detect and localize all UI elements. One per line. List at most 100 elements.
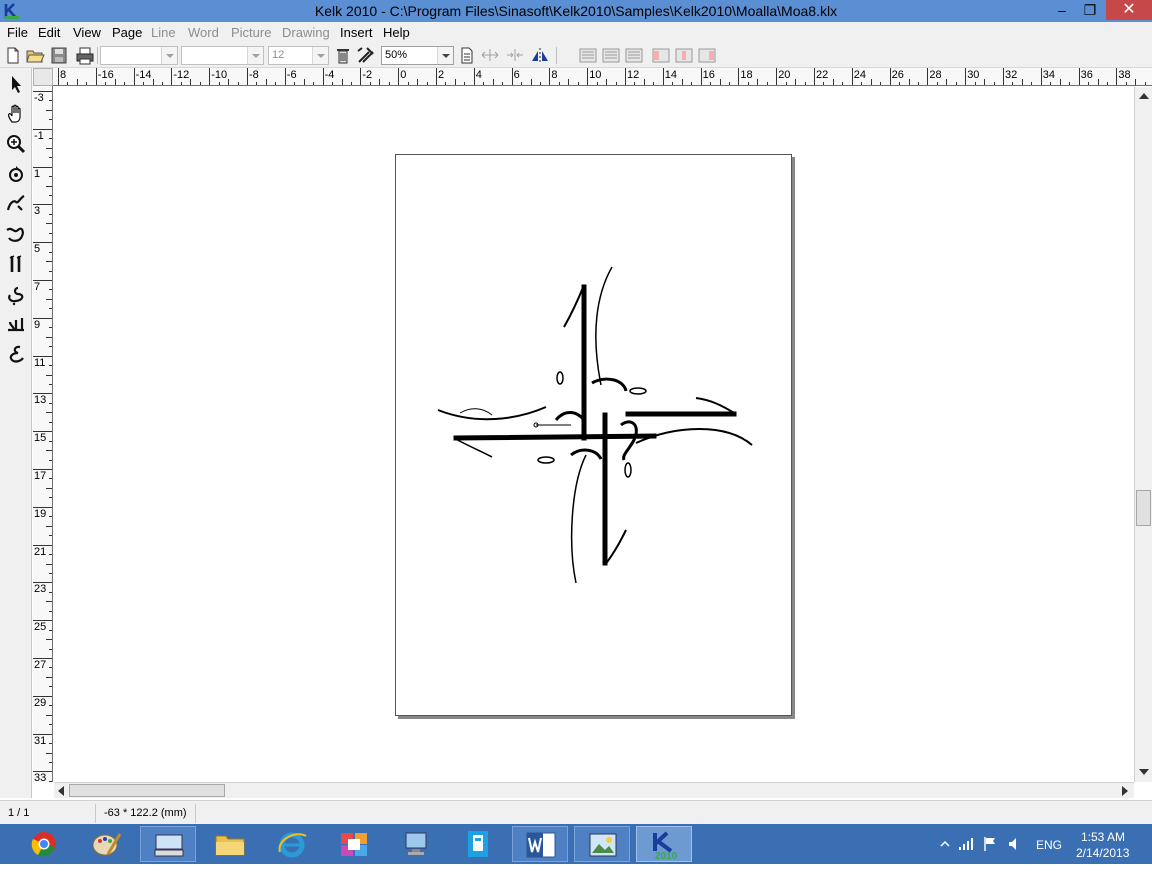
scroll-down-icon[interactable] xyxy=(1139,769,1149,775)
clock-date[interactable]: 2/14/2013 xyxy=(1076,846,1129,860)
stretch-horizontal-icon[interactable] xyxy=(480,46,500,65)
shrink-horizontal-icon[interactable] xyxy=(505,46,525,65)
restore-button[interactable]: ❐ xyxy=(1076,0,1104,20)
ruler-label: -2 xyxy=(362,69,373,81)
input-language[interactable]: ENG xyxy=(1036,838,1062,852)
chevron-down-icon[interactable] xyxy=(161,47,177,64)
menu-word[interactable]: Word xyxy=(188,25,219,40)
ruler-tick xyxy=(33,544,52,546)
align-right-icon[interactable] xyxy=(624,46,644,65)
justify-right-icon[interactable] xyxy=(697,46,717,65)
menu-help[interactable]: Help xyxy=(383,25,410,40)
show-hidden-icons-icon[interactable] xyxy=(937,836,953,852)
mirror-icon[interactable] xyxy=(530,46,550,65)
document-page[interactable] xyxy=(395,154,792,716)
font-style-select[interactable] xyxy=(181,46,264,65)
alef-letters-icon[interactable] xyxy=(4,252,28,276)
menu-view[interactable]: View xyxy=(73,25,101,40)
ruler-tick xyxy=(256,82,258,85)
ain-letter-icon[interactable] xyxy=(4,342,28,366)
network-signal-icon[interactable] xyxy=(958,836,974,852)
document-canvas[interactable] xyxy=(54,87,1134,782)
ruler-tick xyxy=(33,393,52,395)
menu-line[interactable]: Line xyxy=(151,25,176,40)
ruler-tick xyxy=(757,79,759,85)
menu-insert[interactable]: Insert xyxy=(340,25,373,40)
taskbar-network-app[interactable] xyxy=(388,826,444,862)
scroll-left-icon[interactable] xyxy=(58,786,64,796)
ruler-tick xyxy=(49,119,52,121)
ruler-label: 34 xyxy=(1042,69,1056,81)
taskbar-internet-explorer[interactable] xyxy=(264,826,320,862)
taskbar-chrome[interactable] xyxy=(16,826,72,862)
print-icon[interactable] xyxy=(75,46,95,65)
zoom-magnifier-icon[interactable] xyxy=(4,132,28,156)
chevron-down-icon[interactable] xyxy=(437,47,453,64)
word-tool-icon[interactable] xyxy=(4,312,28,336)
font-name-select[interactable] xyxy=(100,46,178,65)
ruler-tick xyxy=(228,79,230,85)
menu-file[interactable]: File xyxy=(7,25,28,40)
title-bar[interactable]: Kelk 2010 - C:\Program Files\Sinasoft\Ke… xyxy=(0,0,1152,22)
taskbar-kelk[interactable]: 2010 xyxy=(636,826,692,862)
chevron-down-icon[interactable] xyxy=(312,47,328,64)
action-center-flag-icon[interactable] xyxy=(982,836,998,852)
menu-bar: File Edit View Page Line Word Picture Dr… xyxy=(0,22,1152,43)
calligraphy-stroke-2-icon[interactable] xyxy=(4,222,28,246)
ruler-label: 23 xyxy=(34,583,47,596)
horizontal-scroll-thumb[interactable] xyxy=(69,784,225,797)
calligraphy-stroke-1-icon[interactable] xyxy=(4,192,28,216)
vertical-scrollbar[interactable] xyxy=(1134,87,1152,782)
zoom-select[interactable]: 50% xyxy=(381,46,454,65)
chevron-down-icon[interactable] xyxy=(247,47,263,64)
scroll-right-icon[interactable] xyxy=(1122,786,1128,796)
horizontal-scrollbar[interactable] xyxy=(54,782,1134,798)
scroll-up-icon[interactable] xyxy=(1139,93,1149,99)
justify-left-icon[interactable] xyxy=(651,46,671,65)
menu-page[interactable]: Page xyxy=(112,25,142,40)
align-left-icon[interactable] xyxy=(578,46,598,65)
taskbar-file-explorer[interactable] xyxy=(202,826,258,862)
clock-time[interactable]: 1:53 AM xyxy=(1081,830,1125,844)
vertical-scroll-thumb[interactable] xyxy=(1136,490,1151,526)
ye-letter-icon[interactable] xyxy=(4,282,28,306)
justify-center-icon[interactable] xyxy=(674,46,694,65)
ruler-tick xyxy=(49,440,52,442)
taskbar-keyboard-app[interactable] xyxy=(140,826,196,862)
taskbar-paint[interactable] xyxy=(78,826,134,862)
taskbar-image-viewer[interactable] xyxy=(574,826,630,862)
taskbar-word[interactable] xyxy=(512,826,568,862)
calligraphy-artwork[interactable] xyxy=(396,155,793,717)
tools-icon[interactable] xyxy=(356,46,376,65)
ruler-label: 32 xyxy=(1005,69,1018,81)
page-setup-icon[interactable] xyxy=(457,46,477,65)
ruler-tick xyxy=(190,79,192,85)
menu-drawing[interactable]: Drawing xyxy=(282,25,330,40)
chrome-icon xyxy=(31,832,56,857)
font-size-select[interactable]: 12 xyxy=(268,46,329,65)
page-indicator: 1 / 1 xyxy=(2,804,96,823)
ruler-tick xyxy=(634,82,636,85)
open-folder-icon[interactable] xyxy=(25,46,45,65)
new-document-icon[interactable] xyxy=(3,46,23,65)
align-center-icon[interactable] xyxy=(601,46,621,65)
hand-pan-icon[interactable] xyxy=(4,102,28,126)
volume-speaker-icon[interactable] xyxy=(1007,836,1023,852)
ruler-tick xyxy=(832,79,834,85)
ruler-tick xyxy=(46,374,52,376)
ruler-tick xyxy=(974,82,976,85)
taskbar-photo-app[interactable] xyxy=(326,826,382,862)
menu-edit[interactable]: Edit xyxy=(38,25,60,40)
ruler-origin-button[interactable] xyxy=(33,68,53,86)
pointer-tool-icon[interactable] xyxy=(4,72,28,96)
close-button[interactable]: ✕ xyxy=(1106,0,1152,20)
minimize-button[interactable]: – xyxy=(1048,0,1076,20)
trash-icon[interactable] xyxy=(333,46,353,65)
rotate-tool-icon[interactable] xyxy=(4,162,28,186)
taskbar-phone-app[interactable] xyxy=(450,826,506,862)
ruler-tick xyxy=(33,771,52,773)
ruler-tick xyxy=(49,572,52,574)
save-disk-icon[interactable] xyxy=(49,46,69,65)
ruler-tick xyxy=(33,469,52,470)
menu-picture[interactable]: Picture xyxy=(231,25,271,40)
